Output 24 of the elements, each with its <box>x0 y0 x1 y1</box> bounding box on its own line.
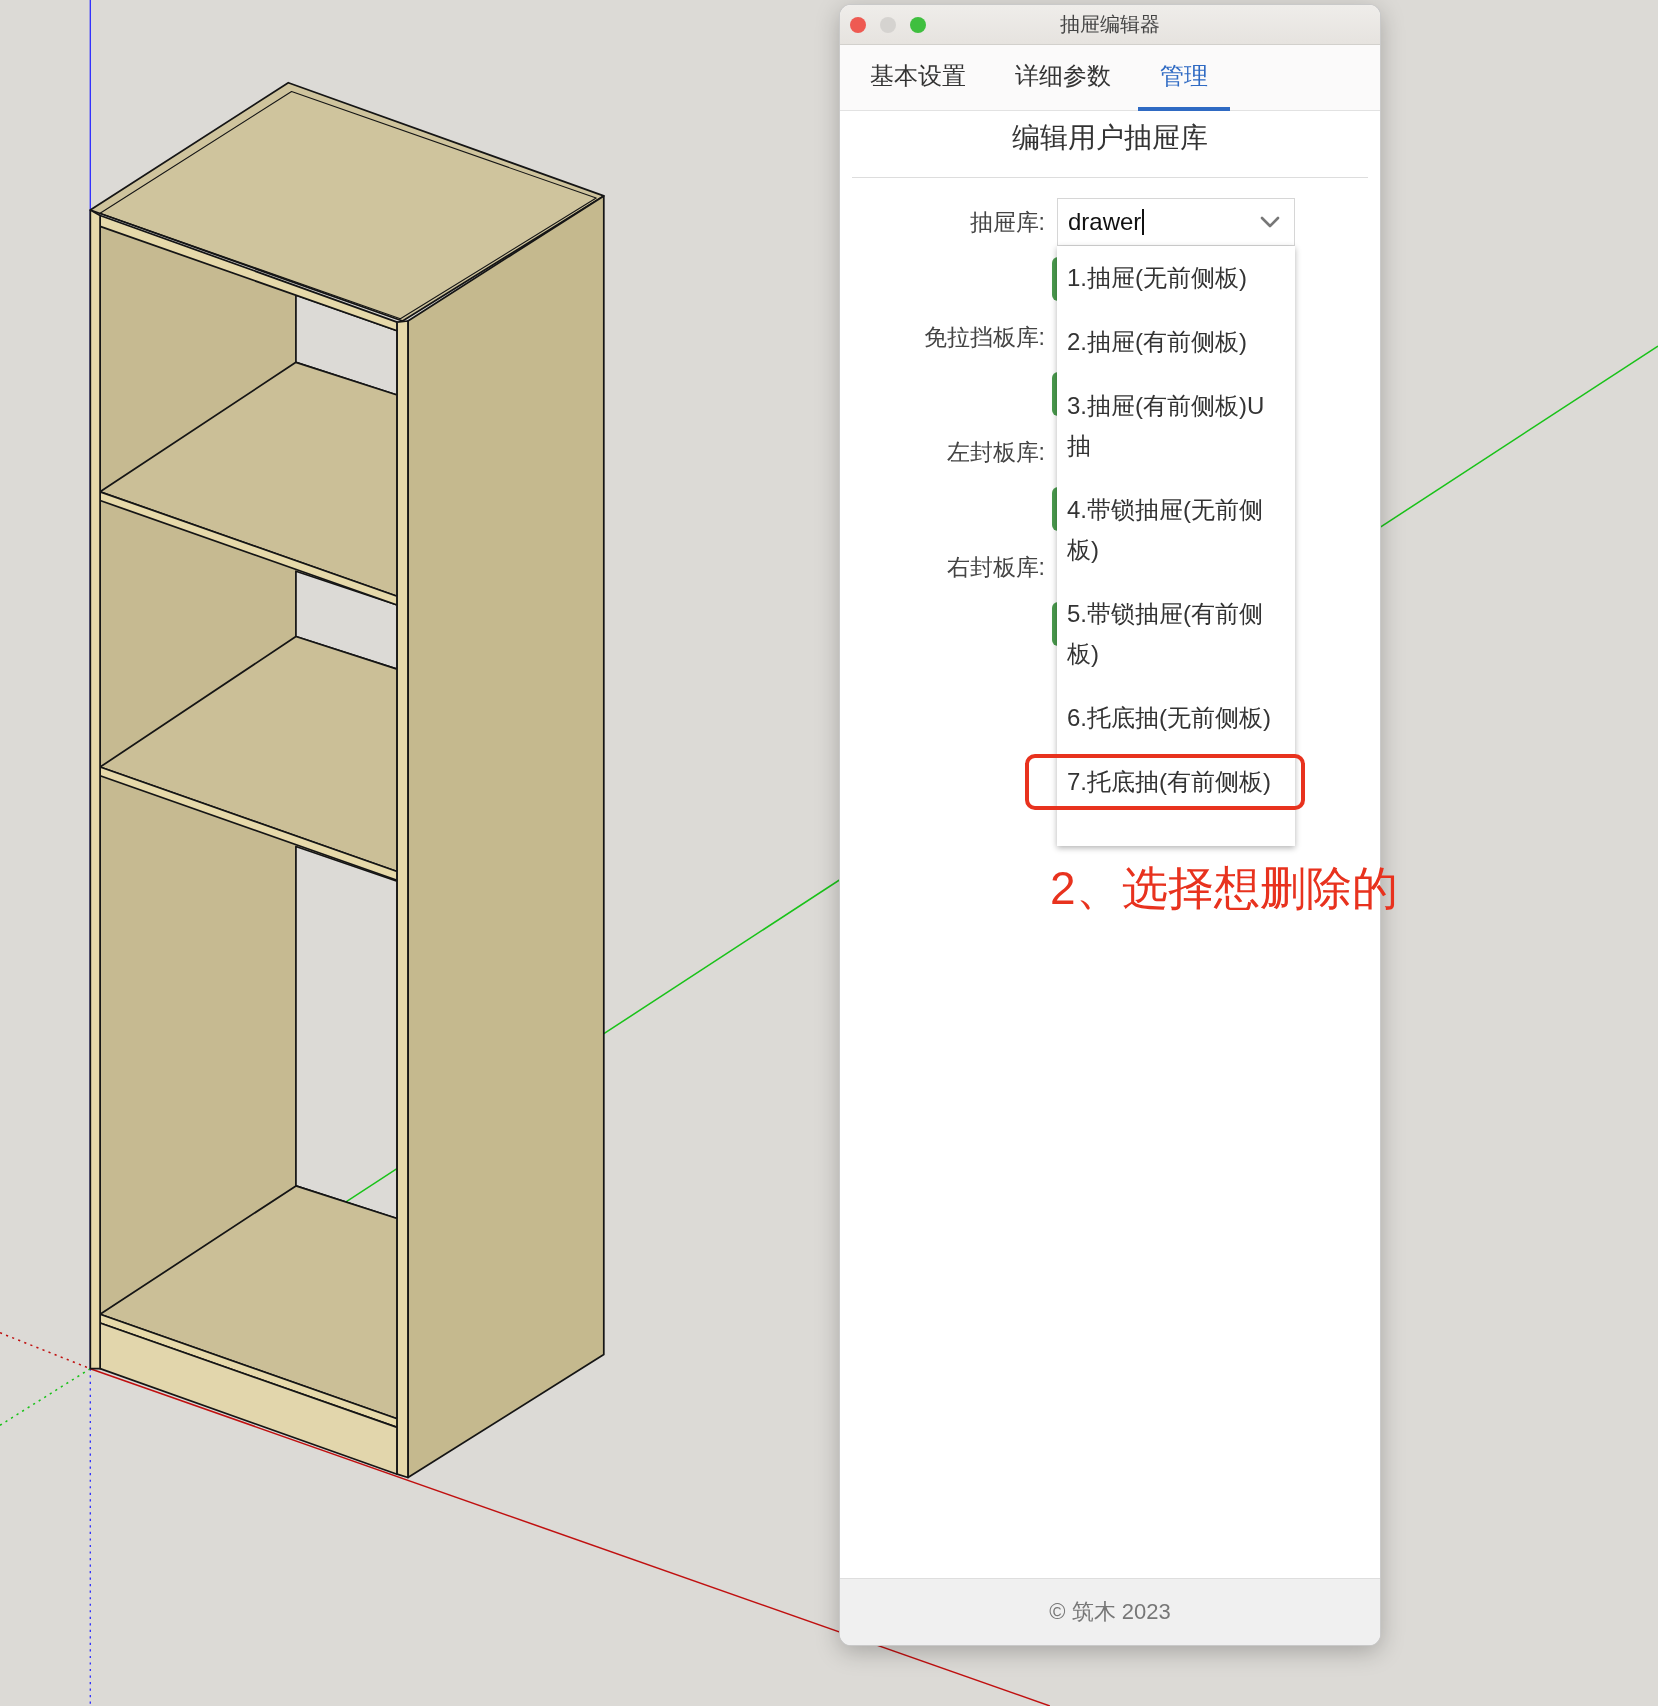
field-label: 抽屉库: <box>969 208 1045 237</box>
minimize-button[interactable] <box>880 16 896 33</box>
annotation-text: 2、选择想删除的 <box>1050 862 1398 914</box>
dropdown-option[interactable]: 4.带锁抽屉(无前侧板) <box>1057 478 1295 582</box>
dropdown-option[interactable]: 1.抽屉(无前侧板) <box>1057 246 1295 310</box>
dropdown-option[interactable]: 5.带锁抽屉(有前侧板) <box>1057 582 1295 686</box>
close-button[interactable] <box>850 16 866 33</box>
tab[interactable]: 基本设置 <box>848 45 988 111</box>
dropdown-option[interactable]: 6.托底抽(无前侧板) <box>1057 686 1295 750</box>
dropdown-option[interactable]: 7.托底抽(有前侧板) <box>1057 750 1295 814</box>
section-heading: 编辑用户抽屉库 <box>1012 121 1208 155</box>
dropdown-option[interactable]: 2.抽屉(有前侧板) <box>1057 310 1295 374</box>
window-title: 抽屉编辑器 <box>1060 12 1160 37</box>
text-cursor <box>1142 209 1145 235</box>
field-label: 免拉挡板库: <box>923 323 1045 352</box>
dropdown-option[interactable]: 3.抽屉(有前侧板)U抽 <box>1057 374 1295 478</box>
field-label: 左封板库: <box>946 438 1045 467</box>
copyright-text: © 筑木 2023 <box>1049 1598 1171 1626</box>
chevron-down-icon <box>1260 216 1280 228</box>
combo-field[interactable]: drawer <box>1057 198 1295 246</box>
zoom-button[interactable] <box>910 16 926 33</box>
tab[interactable]: 管理 <box>1138 45 1230 111</box>
tab[interactable]: 详细参数 <box>993 45 1133 111</box>
field-label: 右封板库: <box>946 553 1045 582</box>
